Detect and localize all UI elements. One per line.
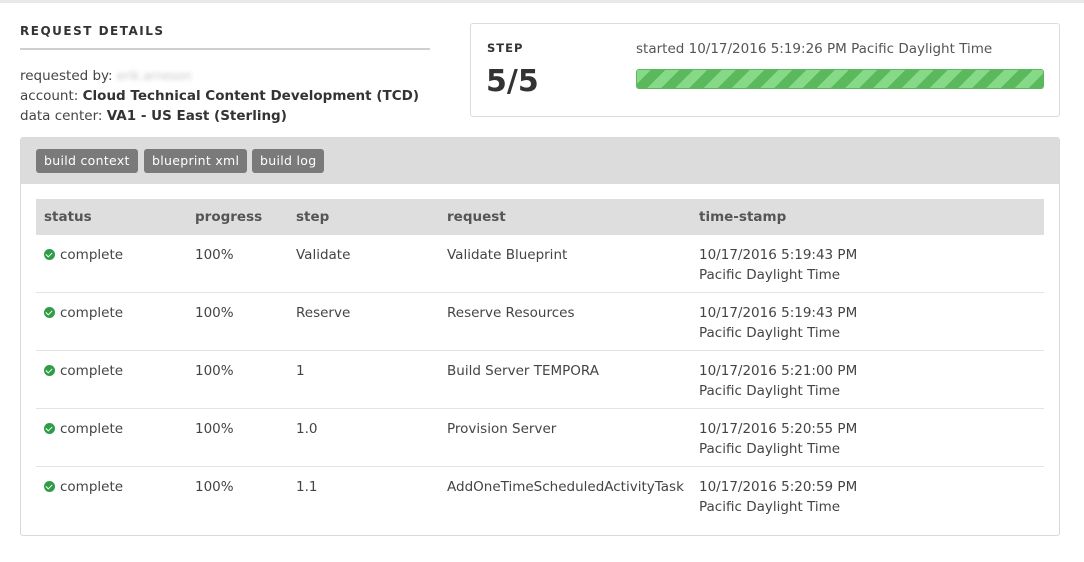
header-status: status (36, 199, 187, 235)
timezone-text: Pacific Daylight Time (699, 441, 841, 457)
timezone-text: Pacific Daylight Time (699, 325, 841, 341)
time-stamp-cell: 10/17/2016 5:21:00 PM Pacific Daylight Ti… (691, 350, 1044, 409)
progress-cell: 100% (195, 247, 234, 263)
step-value: 5/5 (486, 64, 539, 99)
title-rule (20, 48, 430, 50)
status-text: complete (60, 479, 124, 495)
account-label: account: (20, 88, 79, 104)
time-stamp-cell: 10/17/2016 5:19:43 PM Pacific Daylight Ti… (691, 235, 1044, 293)
check-circle-icon (44, 307, 55, 318)
status-text: complete (60, 247, 124, 263)
status-cell: complete (36, 235, 187, 293)
progress-fill (637, 70, 1043, 88)
status-text: complete (60, 421, 124, 437)
table-row: complete 100% 1.0 Provision Server 10/17… (36, 408, 1044, 467)
account-value: Cloud Technical Content Development (TCD… (82, 88, 419, 104)
step-box: STEP 5/5 started 10/17/2016 5:19:26 PM P… (470, 23, 1060, 117)
step-cell: Reserve (288, 292, 439, 351)
progress-cell: 100% (187, 466, 288, 524)
time-text: 10/17/2016 5:19:43 PM (699, 305, 858, 321)
time-text: 10/17/2016 5:20:59 PM (699, 479, 858, 495)
time-stamp-cell: 10/17/2016 5:20:55 PM Pacific Daylight Ti… (691, 408, 1044, 467)
requested-by-label: requested by: (20, 68, 113, 84)
table-header-row: status progress step request time-stamp (36, 199, 1044, 235)
progress-cell: 100% (187, 292, 288, 351)
build-panel: build context blueprint xml build log st… (20, 137, 1060, 536)
step-label: STEP (487, 41, 524, 55)
time-text: 10/17/2016 5:19:43 PM (699, 247, 858, 263)
build-log-button[interactable]: build log (252, 149, 325, 173)
status-cell: complete (36, 466, 187, 524)
check-circle-icon (44, 481, 55, 492)
request-cell: AddOneTimeScheduledActivityTask (439, 466, 691, 524)
table-row: complete 100% Validate Validate Blueprin… (36, 235, 1044, 293)
status-text: complete (60, 305, 124, 321)
time-stamp-cell: 10/17/2016 5:20:59 PM Pacific Daylight Ti… (691, 466, 1044, 524)
timezone-text: Pacific Daylight Time (699, 383, 841, 399)
progress-bar (636, 69, 1044, 89)
header-progress: progress (187, 199, 288, 235)
time-stamp-cell: 10/17/2016 5:19:43 PM Pacific Daylight Ti… (691, 292, 1044, 351)
request-cell: Build Server TEMPORA (439, 350, 691, 409)
requested-by-value: erik.arneson (116, 69, 192, 83)
timezone-text: Pacific Daylight Time (699, 499, 841, 515)
status-text: complete (60, 363, 124, 379)
datacenter-label: data center: (20, 108, 103, 124)
table-row: complete 100% 1.1 AddOneTimeScheduledAct… (36, 466, 1044, 524)
request-details-title: REQUEST DETAILS (20, 24, 165, 38)
datacenter-value: VA1 - US East (Sterling) (106, 108, 287, 124)
check-circle-icon (44, 365, 55, 376)
timezone-text: Pacific Daylight Time (699, 267, 841, 283)
blueprint-xml-button[interactable]: blueprint xml (144, 149, 248, 173)
status-cell: complete (36, 350, 187, 409)
progress-cell: 100% (187, 350, 288, 409)
started-timestamp: started 10/17/2016 5:19:26 PM Pacific Da… (636, 41, 993, 57)
request-cell: Reserve Resources (439, 292, 691, 351)
table-row: complete 100% Reserve Reserve Resources … (36, 292, 1044, 351)
header-time-stamp: time-stamp (691, 199, 1044, 235)
request-cell: Validate Blueprint (447, 247, 568, 263)
step-cell: 1 (288, 350, 439, 409)
request-details: REQUEST DETAILS requested by: erik.arnes… (20, 24, 430, 126)
status-cell: complete (36, 292, 187, 351)
step-cell: Validate (296, 247, 351, 263)
status-cell: complete (36, 408, 187, 467)
time-text: 10/17/2016 5:21:00 PM (699, 363, 858, 379)
header-step: step (288, 199, 439, 235)
build-steps-table: status progress step request time-stamp … (36, 199, 1044, 524)
check-circle-icon (44, 423, 55, 434)
requested-by-line: requested by: erik.arneson (20, 66, 430, 86)
time-text: 10/17/2016 5:20:55 PM (699, 421, 858, 437)
step-cell: 1.1 (288, 466, 439, 524)
datacenter-line: data center: VA1 - US East (Sterling) (20, 106, 430, 126)
account-line: account: Cloud Technical Content Develop… (20, 86, 430, 106)
request-cell: Provision Server (439, 408, 691, 467)
build-context-button[interactable]: build context (36, 149, 138, 173)
header-request: request (439, 199, 691, 235)
table-row: complete 100% 1 Build Server TEMPORA 10/… (36, 350, 1044, 409)
check-circle-icon (44, 249, 55, 260)
progress-cell: 100% (187, 408, 288, 467)
panel-toolbar: build context blueprint xml build log (21, 138, 1059, 184)
step-cell: 1.0 (288, 408, 439, 467)
top-divider (0, 0, 1084, 3)
